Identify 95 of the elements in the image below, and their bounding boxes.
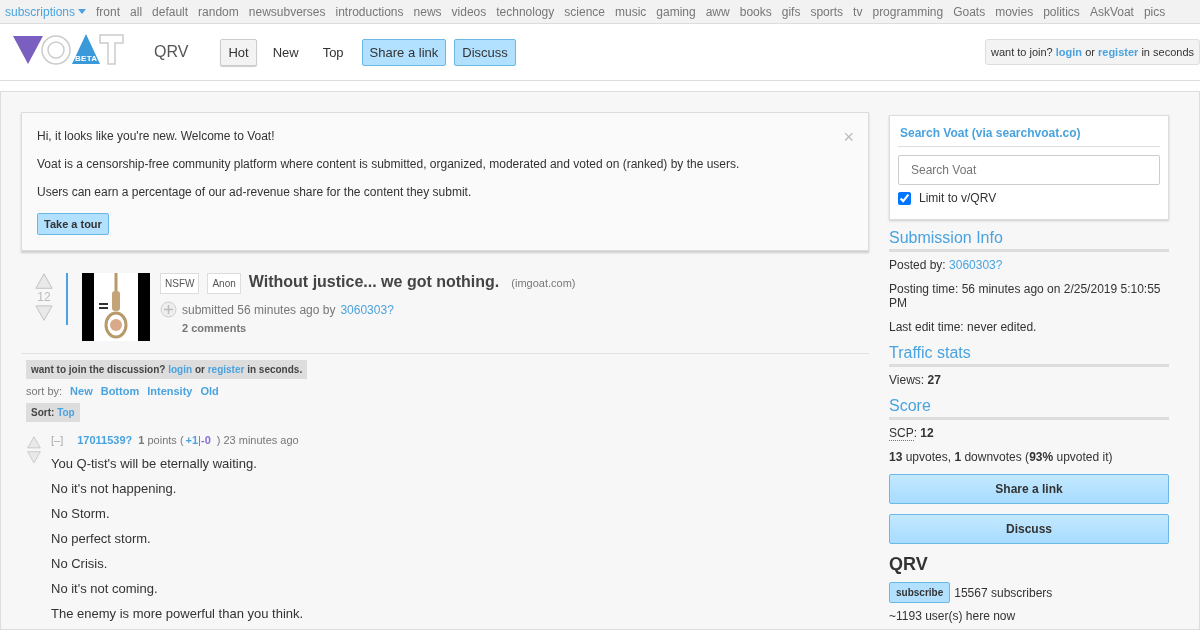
upvote-count: +1 <box>185 434 199 446</box>
subscribe-button[interactable]: subscribe <box>889 582 951 603</box>
nav-link[interactable]: politics <box>1043 4 1080 19</box>
downvote-count: -0 <box>200 434 211 446</box>
nav-link[interactable]: programming <box>872 4 944 19</box>
nav-link[interactable]: AskVoat <box>1089 4 1134 19</box>
nav-link[interactable]: tv <box>853 4 863 19</box>
section-heading: Score <box>889 397 1169 420</box>
views-text: Views: 27 <box>889 373 942 387</box>
sidebar-button[interactable]: Share a link <box>889 474 1169 504</box>
post-title[interactable]: Without justice... we got nothing. <box>248 273 500 290</box>
section-heading: Traffic stats <box>889 344 1169 367</box>
comment-text: You Q-tist's will be eternally waiting. <box>51 457 258 471</box>
scp-label: SCP <box>889 426 914 441</box>
subscriptions-menu[interactable]: subscriptions <box>5 4 87 19</box>
upvote-icon[interactable] <box>27 436 41 449</box>
register-link[interactable]: register <box>1098 46 1139 58</box>
welcome-text: Users can earn a percentage of our ad-revenue share for the content they submit. <box>37 185 472 199</box>
nav-link[interactable]: gaming <box>656 4 696 19</box>
online-count: ~1193 user(s) here now <box>889 609 1017 623</box>
nav-link[interactable]: gifs <box>781 4 801 19</box>
comment-text: No it's not coming. <box>51 582 159 596</box>
welcome-text: Hi, it looks like you're new. Welcome to Voat! <box>37 129 275 143</box>
collapse-toggle[interactable]: [–] <box>51 434 64 446</box>
nav-link[interactable]: music <box>615 4 647 19</box>
sort-tab[interactable]: New <box>264 38 307 66</box>
discussion-prompt: want to join the discussion? login or register in seconds. <box>26 360 308 379</box>
action-button[interactable]: Share a link <box>361 38 447 66</box>
subverse-title: QRV <box>889 554 929 575</box>
nav-link[interactable]: news <box>413 4 442 19</box>
action-button[interactable]: Discuss <box>454 38 516 66</box>
subscriber-count: 15567 subscribers <box>954 585 1053 600</box>
posting-time: Posting time: 56 minutes ago on 2/25/2019 5:10:55 PM <box>889 282 1162 310</box>
sort-label: Sort: <box>31 407 55 418</box>
author-link[interactable]: 3060303? <box>949 258 1003 272</box>
nav-link[interactable]: technology <box>496 4 555 19</box>
last-edit: Last edit time: never edited. <box>889 320 1038 334</box>
downvote-icon[interactable] <box>27 450 41 464</box>
sort-by-label: sort by: <box>26 385 63 397</box>
score: 12 <box>37 290 51 305</box>
nav-link[interactable]: default <box>152 4 189 19</box>
vote-separator: | <box>198 434 201 446</box>
nav-link[interactable]: Goats <box>953 4 986 19</box>
limit-checkbox[interactable] <box>898 191 911 205</box>
submitted-text: submitted 56 minutes ago by <box>182 302 336 317</box>
posted-by-label: Posted by: <box>889 258 946 272</box>
nav-link[interactable]: random <box>198 4 239 19</box>
login-link[interactable]: login <box>1055 46 1083 58</box>
sort-link[interactable]: Old <box>200 385 219 397</box>
nav-link[interactable]: videos <box>451 4 487 19</box>
nav-link[interactable]: all <box>130 4 143 19</box>
sort-link[interactable]: New <box>70 385 93 397</box>
join-prompt: want to join? login or register in seconds <box>984 39 1200 65</box>
logo-drawing[interactable] <box>12 32 124 68</box>
nav-link[interactable]: science <box>564 4 605 19</box>
scp-value: : 12 <box>913 426 934 440</box>
sort-link[interactable]: Bottom <box>100 385 140 397</box>
post-domain[interactable]: (imgoat.com) <box>511 277 576 289</box>
downvote-icon[interactable] <box>35 305 53 322</box>
nav-link[interactable]: pics <box>1143 4 1166 19</box>
nav-link[interactable]: aww <box>705 4 730 19</box>
upvote-icon[interactable] <box>35 273 53 290</box>
section-heading: Submission Info <box>889 229 1169 252</box>
nav-link[interactable]: sports <box>810 4 844 19</box>
nav-link[interactable]: introductions <box>335 4 404 19</box>
sort-link[interactable]: Intensity <box>147 385 193 397</box>
points-text: 1 points ( <box>138 434 184 446</box>
vote-summary: 13 upvotes, 1 downvotes (93% upvoted it) <box>889 450 1114 464</box>
comment-text: No perfect storm. <box>51 532 152 546</box>
nav-link[interactable]: books <box>739 4 772 19</box>
search-title: Search Voat (via searchvoat.co) <box>898 126 1160 147</box>
subverse-name[interactable]: QRV <box>154 43 189 61</box>
comments-link[interactable]: 2 comments <box>182 322 576 334</box>
comment-text: The enemy is more powerful than you think. <box>51 607 304 621</box>
sidebar-button[interactable]: Discuss <box>889 514 1169 544</box>
limit-label: Limit to v/QRV <box>919 191 997 205</box>
expand-icon[interactable] <box>160 301 177 318</box>
tour-button[interactable]: Take a tour <box>37 213 109 235</box>
comment-author[interactable]: 17011539? <box>77 434 133 446</box>
comment-text: No it's not happening. <box>51 482 178 496</box>
comment-text: No Crisis. <box>51 557 109 571</box>
author-link[interactable]: 3060303? <box>340 302 394 317</box>
caret-icon <box>78 9 87 14</box>
search-field[interactable]: Search Voat <box>898 155 1160 185</box>
post-tag: Anon <box>207 273 241 294</box>
beta-label: BETA <box>75 54 98 63</box>
comment-text: No Storm. <box>51 507 111 521</box>
sort-tab[interactable]: Hot <box>220 38 257 66</box>
comment-time: ) 23 minutes ago <box>216 434 299 446</box>
sort-tab[interactable]: Top <box>314 38 352 66</box>
nav-link[interactable]: newsubverses <box>248 4 326 19</box>
post-tag: NSFW <box>160 273 200 294</box>
welcome-text: Voat is a censorship-free community platform where content is submitted, organized, moderated and voted on (ranked) by the users. <box>37 157 740 171</box>
nav-link[interactable]: movies <box>995 4 1034 19</box>
nav-link[interactable]: front <box>96 4 121 19</box>
